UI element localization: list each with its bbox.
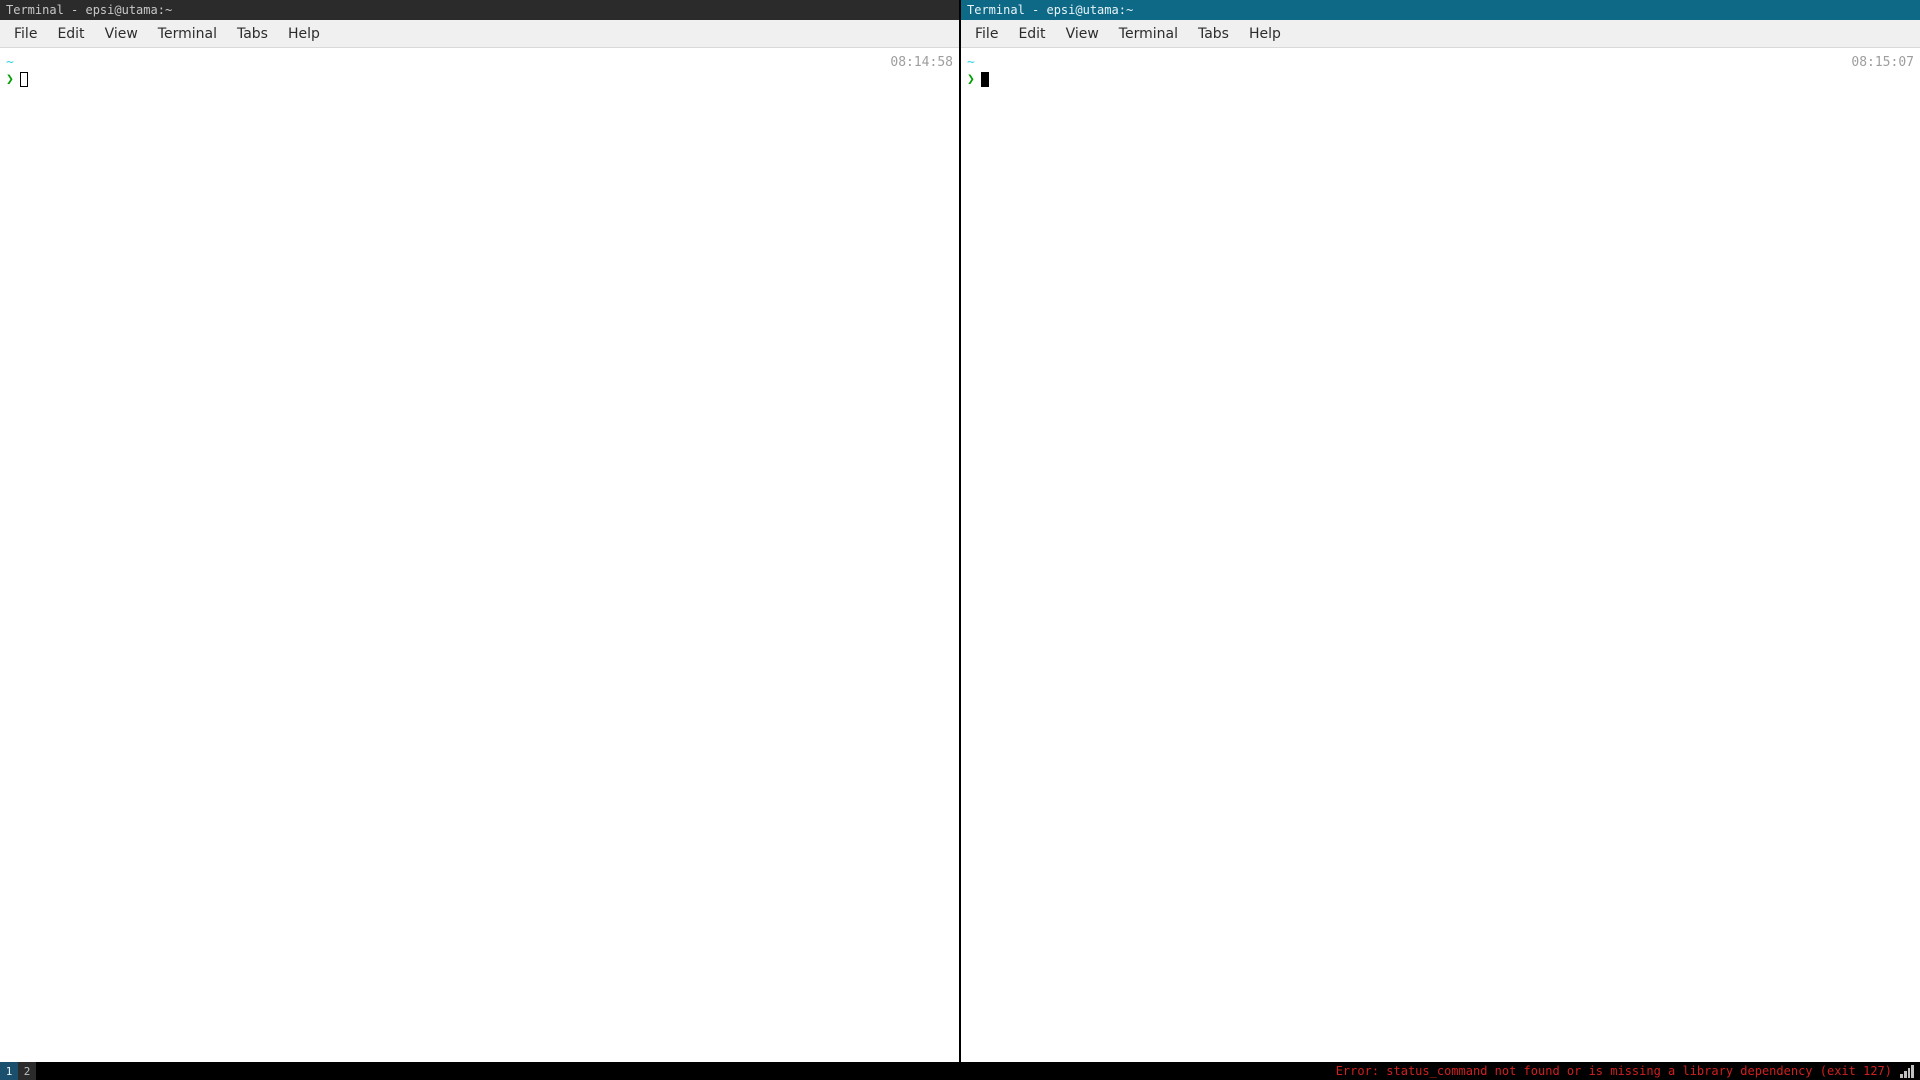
prompt-cwd-left: ~ xyxy=(6,54,953,71)
menu-terminal[interactable]: Terminal xyxy=(148,22,227,46)
terminal-body-right[interactable]: 08:15:07 ~ ❯ xyxy=(961,48,1920,1062)
cursor-left xyxy=(20,72,28,87)
prompt-row-right: ❯ xyxy=(967,71,1914,88)
titlebar-left[interactable]: Terminal - epsi@utama:~ xyxy=(0,0,959,20)
terminal-window-left[interactable]: Terminal - epsi@utama:~ File Edit View T… xyxy=(0,0,959,1062)
menu-file[interactable]: File xyxy=(4,22,47,46)
menubar-left: File Edit View Terminal Tabs Help xyxy=(0,20,959,48)
network-signal-icon[interactable] xyxy=(1900,1064,1914,1078)
menu-terminal[interactable]: Terminal xyxy=(1109,22,1188,46)
prompt-cwd-right: ~ xyxy=(967,54,1914,71)
menu-edit[interactable]: Edit xyxy=(1008,22,1055,46)
prompt-row-left: ❯ xyxy=(6,71,953,88)
statusbar-error-text: Error: status_command not found or is mi… xyxy=(1336,1064,1898,1078)
menu-help[interactable]: Help xyxy=(278,22,330,46)
prompt-chevron-icon: ❯ xyxy=(6,71,14,88)
cursor-right xyxy=(981,72,989,87)
workspace-2[interactable]: 2 xyxy=(18,1062,36,1080)
menu-help[interactable]: Help xyxy=(1239,22,1291,46)
terminal-body-left[interactable]: 08:14:58 ~ ❯ xyxy=(0,48,959,1062)
workspace-list: 1 2 xyxy=(0,1062,36,1080)
menu-view[interactable]: View xyxy=(1056,22,1109,46)
menu-file[interactable]: File xyxy=(965,22,1008,46)
menu-view[interactable]: View xyxy=(95,22,148,46)
prompt-chevron-icon: ❯ xyxy=(967,71,975,88)
titlebar-right[interactable]: Terminal - epsi@utama:~ xyxy=(961,0,1920,20)
statusbar: 1 2 Error: status_command not found or i… xyxy=(0,1062,1920,1080)
terminal-window-right[interactable]: Terminal - epsi@utama:~ File Edit View T… xyxy=(961,0,1920,1062)
menu-tabs[interactable]: Tabs xyxy=(227,22,278,46)
workspace-1[interactable]: 1 xyxy=(0,1062,18,1080)
menu-edit[interactable]: Edit xyxy=(47,22,94,46)
tiling-area: Terminal - epsi@utama:~ File Edit View T… xyxy=(0,0,1920,1062)
desktop: Terminal - epsi@utama:~ File Edit View T… xyxy=(0,0,1920,1080)
menu-tabs[interactable]: Tabs xyxy=(1188,22,1239,46)
menubar-right: File Edit View Terminal Tabs Help xyxy=(961,20,1920,48)
